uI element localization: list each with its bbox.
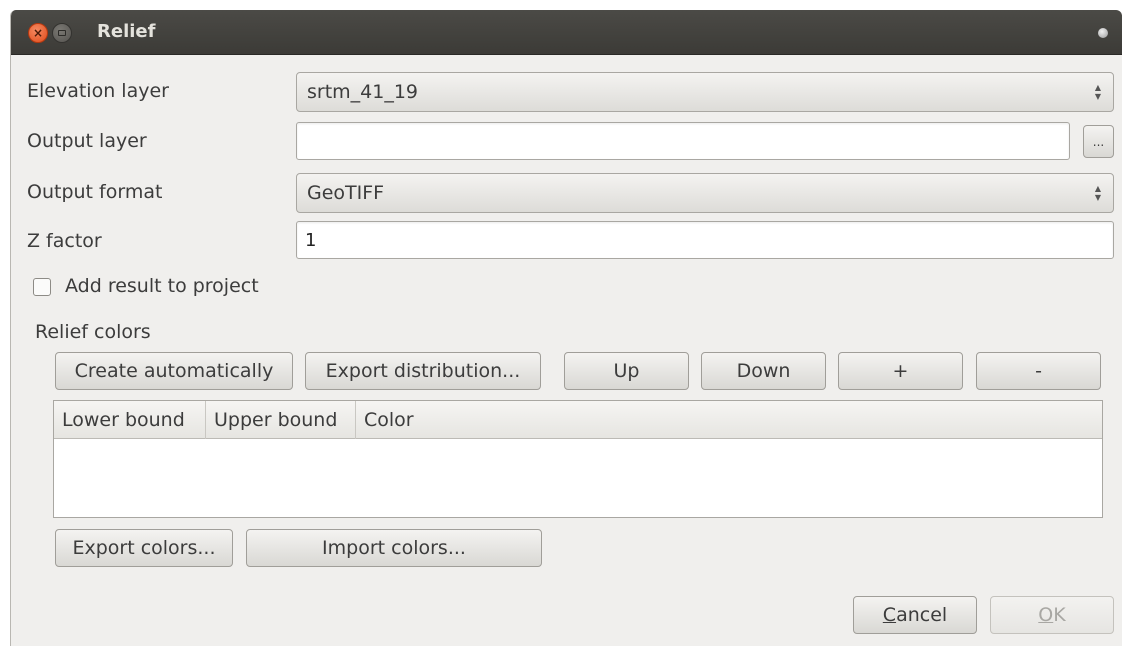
cancel-label: ancel (896, 604, 948, 626)
column-upper-bound[interactable]: Upper bound (206, 401, 356, 439)
output-layer-label: Output layer (27, 130, 147, 152)
window-title: Relief (97, 21, 156, 42)
ok-button[interactable]: OK (990, 596, 1114, 634)
column-color[interactable]: Color (356, 401, 1102, 439)
relief-colors-table[interactable]: Lower bound Upper bound Color (53, 400, 1103, 518)
z-factor-label: Z factor (27, 230, 102, 252)
create-automatically-button[interactable]: Create automatically (55, 352, 293, 390)
add-class-button[interactable]: + (838, 352, 963, 390)
browse-output-button[interactable]: ... (1083, 125, 1114, 158)
table-header: Lower bound Upper bound Color (54, 401, 1102, 439)
remove-class-button[interactable]: - (976, 352, 1101, 390)
output-format-value: GeoTIFF (307, 182, 385, 204)
add-result-checkbox[interactable] (33, 278, 51, 296)
combo-arrows-icon: ▲ ▼ (1094, 83, 1102, 101)
down-button[interactable]: Down (701, 352, 826, 390)
output-layer-input[interactable] (296, 122, 1070, 160)
close-icon: × (32, 26, 44, 40)
export-colors-button[interactable]: Export colors... (55, 529, 233, 567)
relief-dialog: × Relief Elevation layer srtm_41_19 ▲ ▼ O… (10, 10, 1122, 646)
column-lower-bound[interactable]: Lower bound (54, 401, 206, 439)
combo-arrows-icon: ▲ ▼ (1094, 184, 1102, 202)
minimize-icon (58, 30, 66, 36)
import-colors-button[interactable]: Import colors... (246, 529, 542, 567)
cancel-mnemonic: C (882, 604, 897, 626)
relief-colors-label: Relief colors (35, 321, 151, 343)
window-menu-icon[interactable] (1098, 28, 1108, 38)
ok-mnemonic: O (1038, 604, 1054, 626)
z-factor-input[interactable]: 1 (296, 221, 1114, 259)
ok-label: K (1053, 604, 1066, 626)
elevation-layer-label: Elevation layer (27, 80, 169, 102)
up-button[interactable]: Up (564, 352, 689, 390)
cancel-button[interactable]: Cancel (853, 596, 977, 634)
export-distribution-button[interactable]: Export distribution... (305, 352, 541, 390)
output-format-label: Output format (27, 181, 163, 203)
add-result-label[interactable]: Add result to project (65, 275, 259, 297)
elevation-layer-select[interactable]: srtm_41_19 ▲ ▼ (296, 72, 1114, 112)
close-window-button[interactable]: × (28, 23, 48, 43)
title-bar[interactable]: × Relief (11, 10, 1122, 55)
elevation-layer-value: srtm_41_19 (307, 81, 419, 103)
output-format-select[interactable]: GeoTIFF ▲ ▼ (296, 173, 1114, 213)
minimize-window-button[interactable] (52, 23, 72, 43)
